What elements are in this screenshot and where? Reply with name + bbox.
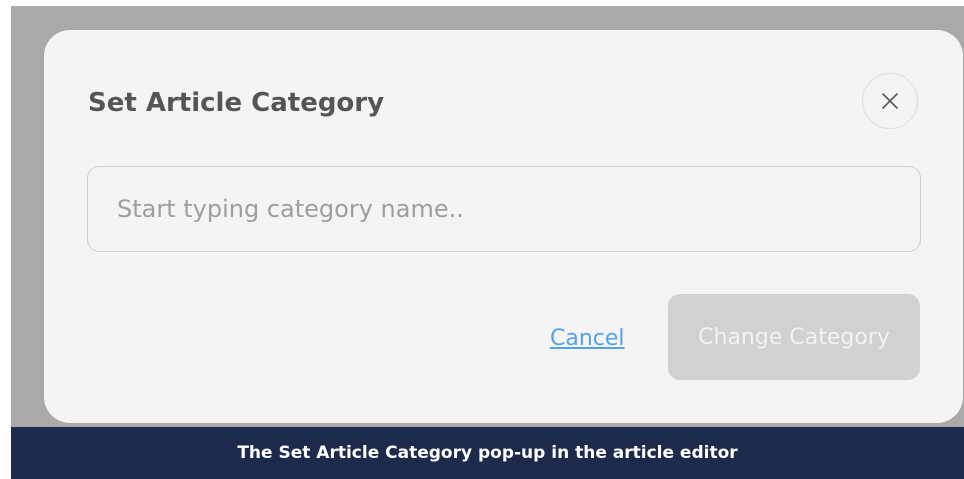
close-button[interactable]	[862, 73, 918, 129]
set-category-dialog: Set Article Category Cancel Change Categ…	[44, 30, 963, 423]
change-category-button[interactable]: Change Category	[668, 294, 920, 380]
close-icon	[882, 93, 898, 109]
dialog-title: Set Article Category	[88, 88, 385, 118]
cancel-link[interactable]: Cancel	[550, 324, 625, 354]
caption-text: The Set Article Category pop-up in the a…	[237, 443, 738, 463]
caption-bar: The Set Article Category pop-up in the a…	[11, 427, 964, 479]
modal-backdrop: Set Article Category Cancel Change Categ…	[11, 6, 964, 479]
category-name-input[interactable]	[87, 166, 921, 252]
